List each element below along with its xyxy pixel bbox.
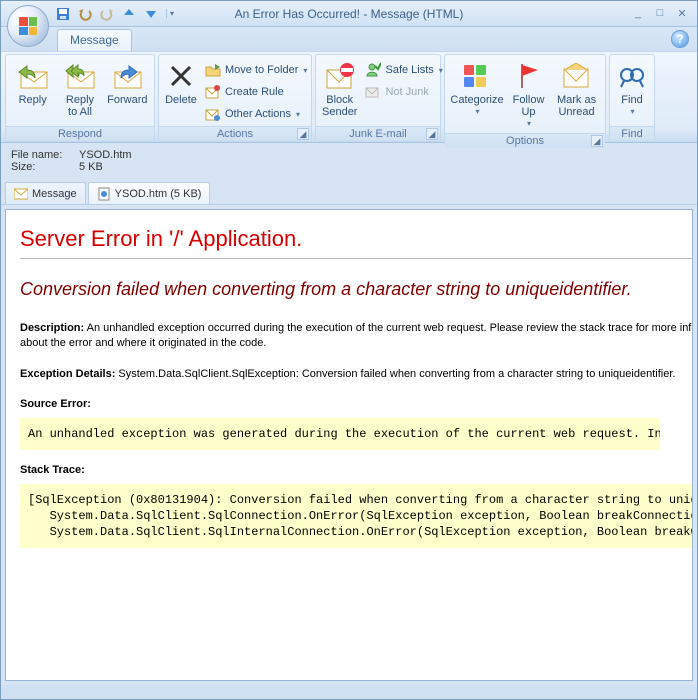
other-actions-button[interactable]: Other Actions▾: [201, 103, 311, 125]
ribbon: Reply Reply to All Forward Respond: [1, 51, 697, 143]
reply-all-button[interactable]: Reply to All: [57, 57, 102, 121]
size-value: 5 KB: [79, 161, 103, 173]
minimize-button[interactable]: _: [629, 7, 647, 20]
tab-message[interactable]: Message: [57, 29, 132, 51]
safe-lists-label: Safe Lists: [385, 64, 433, 76]
forward-button[interactable]: Forward: [105, 57, 150, 109]
reply-all-icon: [64, 60, 96, 92]
delete-button[interactable]: Delete: [163, 57, 199, 109]
folder-move-icon: [205, 62, 221, 78]
redo-icon[interactable]: [99, 6, 115, 22]
find-icon: [616, 60, 648, 92]
next-item-icon[interactable]: [143, 6, 159, 22]
source-error-box: An unhandled exception was generated dur…: [20, 418, 660, 450]
not-junk-icon: [365, 84, 381, 100]
forward-icon: [111, 60, 143, 92]
undo-icon[interactable]: [77, 6, 93, 22]
delete-icon: [165, 60, 197, 92]
attachment-file-label: YSOD.htm (5 KB): [115, 188, 202, 200]
office-logo-icon: [19, 17, 37, 35]
attachment-preview[interactable]: Server Error in '/' Application. Convers…: [5, 209, 693, 681]
create-rule-button[interactable]: Create Rule: [201, 81, 311, 103]
not-junk-button: Not Junk: [361, 81, 446, 103]
source-error-heading: Source Error:: [20, 398, 693, 410]
follow-up-icon: [513, 60, 545, 92]
description-para: Description: An unhandled exception occu…: [20, 321, 693, 351]
close-button[interactable]: ✕: [673, 7, 691, 20]
qat-customize-icon[interactable]: ▾: [166, 9, 177, 18]
follow-up-label: Follow Up: [513, 94, 545, 118]
error-title: Server Error in '/' Application.: [20, 226, 693, 252]
reply-button[interactable]: Reply: [10, 57, 55, 109]
reply-icon: [17, 60, 49, 92]
rule-label: Create Rule: [225, 86, 284, 98]
group-actions-label: Actions: [217, 128, 253, 140]
attachment-message-label: Message: [32, 188, 77, 200]
block-sender-button[interactable]: Block Sender: [320, 57, 359, 121]
group-junk-label: Junk E-mail: [349, 128, 406, 140]
size-label: Size:: [11, 161, 71, 173]
move-label: Move to Folder: [225, 64, 298, 76]
mark-unread-button[interactable]: Mark as Unread: [552, 57, 601, 121]
attachment-tab-message[interactable]: Message: [5, 182, 86, 204]
group-find-label: Find: [610, 126, 654, 141]
categorize-button[interactable]: Categorize▾: [449, 57, 505, 121]
filename-label: File name:: [11, 149, 71, 161]
html-file-icon: [97, 187, 111, 201]
previous-item-icon[interactable]: [121, 6, 137, 22]
exception-details-label: Exception Details:: [20, 368, 115, 380]
block-sender-label: Block Sender: [322, 94, 357, 118]
mark-unread-label: Mark as Unread: [557, 94, 596, 118]
block-sender-icon: [324, 60, 356, 92]
help-button[interactable]: ?: [671, 30, 689, 48]
stack-trace-heading: Stack Trace:: [20, 464, 693, 476]
filename-value: YSOD.htm: [79, 149, 132, 161]
save-icon[interactable]: [55, 6, 71, 22]
exception-details-text: System.Data.SqlClient.SqlException: Conv…: [115, 368, 675, 380]
envelope-icon: [14, 187, 28, 201]
description-text: An unhandled exception occurred during t…: [20, 322, 693, 349]
group-options-label: Options: [506, 135, 544, 147]
exception-details-para: Exception Details: System.Data.SqlClient…: [20, 367, 693, 382]
find-label: Find: [621, 94, 642, 106]
junk-launcher[interactable]: ◢: [426, 128, 438, 140]
actions-launcher[interactable]: ◢: [297, 128, 309, 140]
categorize-icon: [461, 60, 493, 92]
group-respond-label: Respond: [6, 126, 154, 141]
office-button[interactable]: [7, 5, 49, 47]
safe-lists-button[interactable]: Safe Lists▾: [361, 59, 446, 81]
options-launcher[interactable]: ◢: [591, 135, 603, 147]
safe-lists-icon: [365, 62, 381, 78]
reply-all-label: Reply to All: [66, 94, 94, 118]
mark-unread-icon: [561, 60, 593, 92]
maximize-button[interactable]: □: [651, 7, 669, 20]
divider: [20, 258, 693, 259]
other-actions-label: Other Actions: [225, 108, 291, 120]
reply-label: Reply: [19, 94, 47, 106]
description-label: Description:: [20, 322, 84, 334]
forward-label: Forward: [107, 94, 147, 106]
follow-up-button[interactable]: Follow Up▾: [507, 57, 550, 133]
error-message: Conversion failed when converting from a…: [20, 277, 693, 301]
rule-icon: [205, 84, 221, 100]
categorize-label: Categorize: [450, 94, 503, 106]
other-actions-icon: [205, 106, 221, 122]
attachment-info: File name: YSOD.htm Size: 5 KB: [1, 143, 697, 181]
delete-label: Delete: [165, 94, 197, 106]
not-junk-label: Not Junk: [385, 86, 428, 98]
move-to-folder-button[interactable]: Move to Folder▾: [201, 59, 311, 81]
find-button[interactable]: Find▾: [614, 57, 650, 121]
attachment-tab-file[interactable]: YSOD.htm (5 KB): [88, 182, 211, 204]
stack-trace-box: [SqlException (0x80131904): Conversion f…: [20, 484, 693, 548]
